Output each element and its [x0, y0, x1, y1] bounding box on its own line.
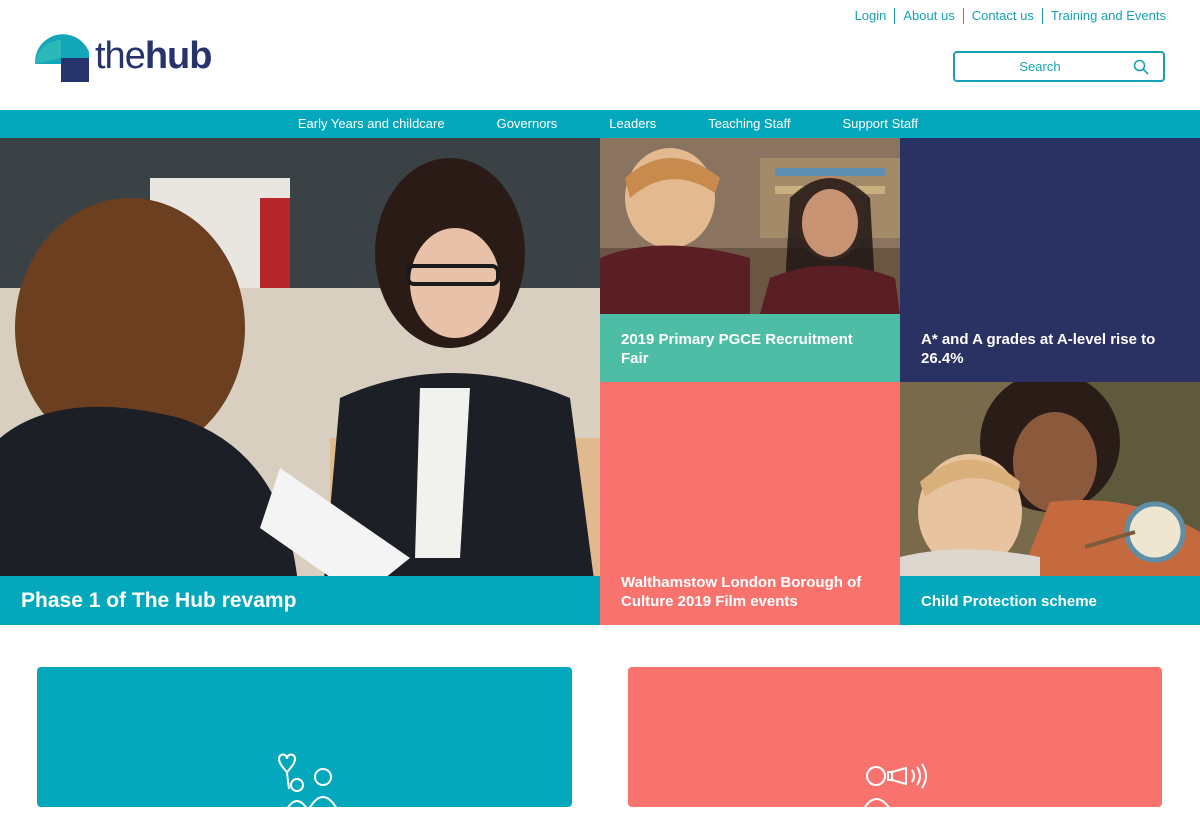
main-nav: Early Years and childcare Governors Lead…	[0, 110, 1200, 138]
hero-feature[interactable]: Phase 1 of The Hub revamp	[0, 138, 600, 625]
search-icon[interactable]	[1133, 59, 1149, 75]
card-families[interactable]	[37, 667, 572, 809]
tile-walthamstow-film[interactable]: Walthamstow London Borough of Culture 20…	[600, 382, 900, 625]
pgce-photo	[600, 138, 900, 314]
about-link[interactable]: About us	[894, 8, 962, 24]
walthamstow-caption: Walthamstow London Borough of Culture 20…	[621, 574, 862, 610]
contact-link[interactable]: Contact us	[962, 8, 1042, 24]
login-link[interactable]: Login	[847, 8, 895, 24]
child-protection-photo	[900, 382, 1200, 576]
person-megaphone-icon	[861, 763, 927, 813]
alevel-caption: A* and A grades at A-level rise to 26.4%	[921, 331, 1156, 367]
bottom-cards	[0, 667, 1200, 813]
card-announcements[interactable]	[628, 667, 1162, 813]
top-links: Login About us Contact us Training and E…	[847, 8, 1166, 24]
child-protection-caption-panel: Child Protection scheme	[900, 576, 1200, 625]
pgce-caption-panel: 2019 Primary PGCE Recruitment Fair	[600, 314, 900, 382]
logo-word-hub: hub	[144, 35, 213, 77]
nav-leaders[interactable]: Leaders	[609, 110, 656, 138]
pgce-caption: 2019 Primary PGCE Recruitment Fair	[621, 331, 853, 367]
search-input[interactable]	[955, 59, 1125, 74]
nav-governors[interactable]: Governors	[497, 110, 558, 138]
logo-wordmark: thehub	[95, 35, 213, 77]
tile-child-protection[interactable]: Child Protection scheme	[900, 382, 1200, 625]
nav-support-staff[interactable]: Support Staff	[842, 110, 918, 138]
site-header: thehub Login About us Contact us Trainin…	[0, 0, 1200, 110]
hero-caption: Phase 1 of The Hub revamp	[0, 576, 600, 625]
tile-alevel-grades[interactable]: A* and A grades at A-level rise to 26.4%	[900, 138, 1200, 382]
nav-teaching-staff[interactable]: Teaching Staff	[708, 110, 790, 138]
hub-logo-icon	[33, 28, 91, 84]
tile-pgce-fair[interactable]: 2019 Primary PGCE Recruitment Fair	[600, 138, 900, 382]
training-events-link[interactable]: Training and Events	[1041, 8, 1166, 24]
search-box	[953, 51, 1165, 82]
hero-photo	[0, 138, 600, 625]
logo-word-the: the	[95, 35, 146, 77]
site-logo[interactable]: thehub	[33, 28, 233, 84]
family-heart-icon	[277, 753, 338, 809]
nav-early-years[interactable]: Early Years and childcare	[298, 110, 445, 138]
child-protection-caption: Child Protection scheme	[921, 593, 1097, 610]
